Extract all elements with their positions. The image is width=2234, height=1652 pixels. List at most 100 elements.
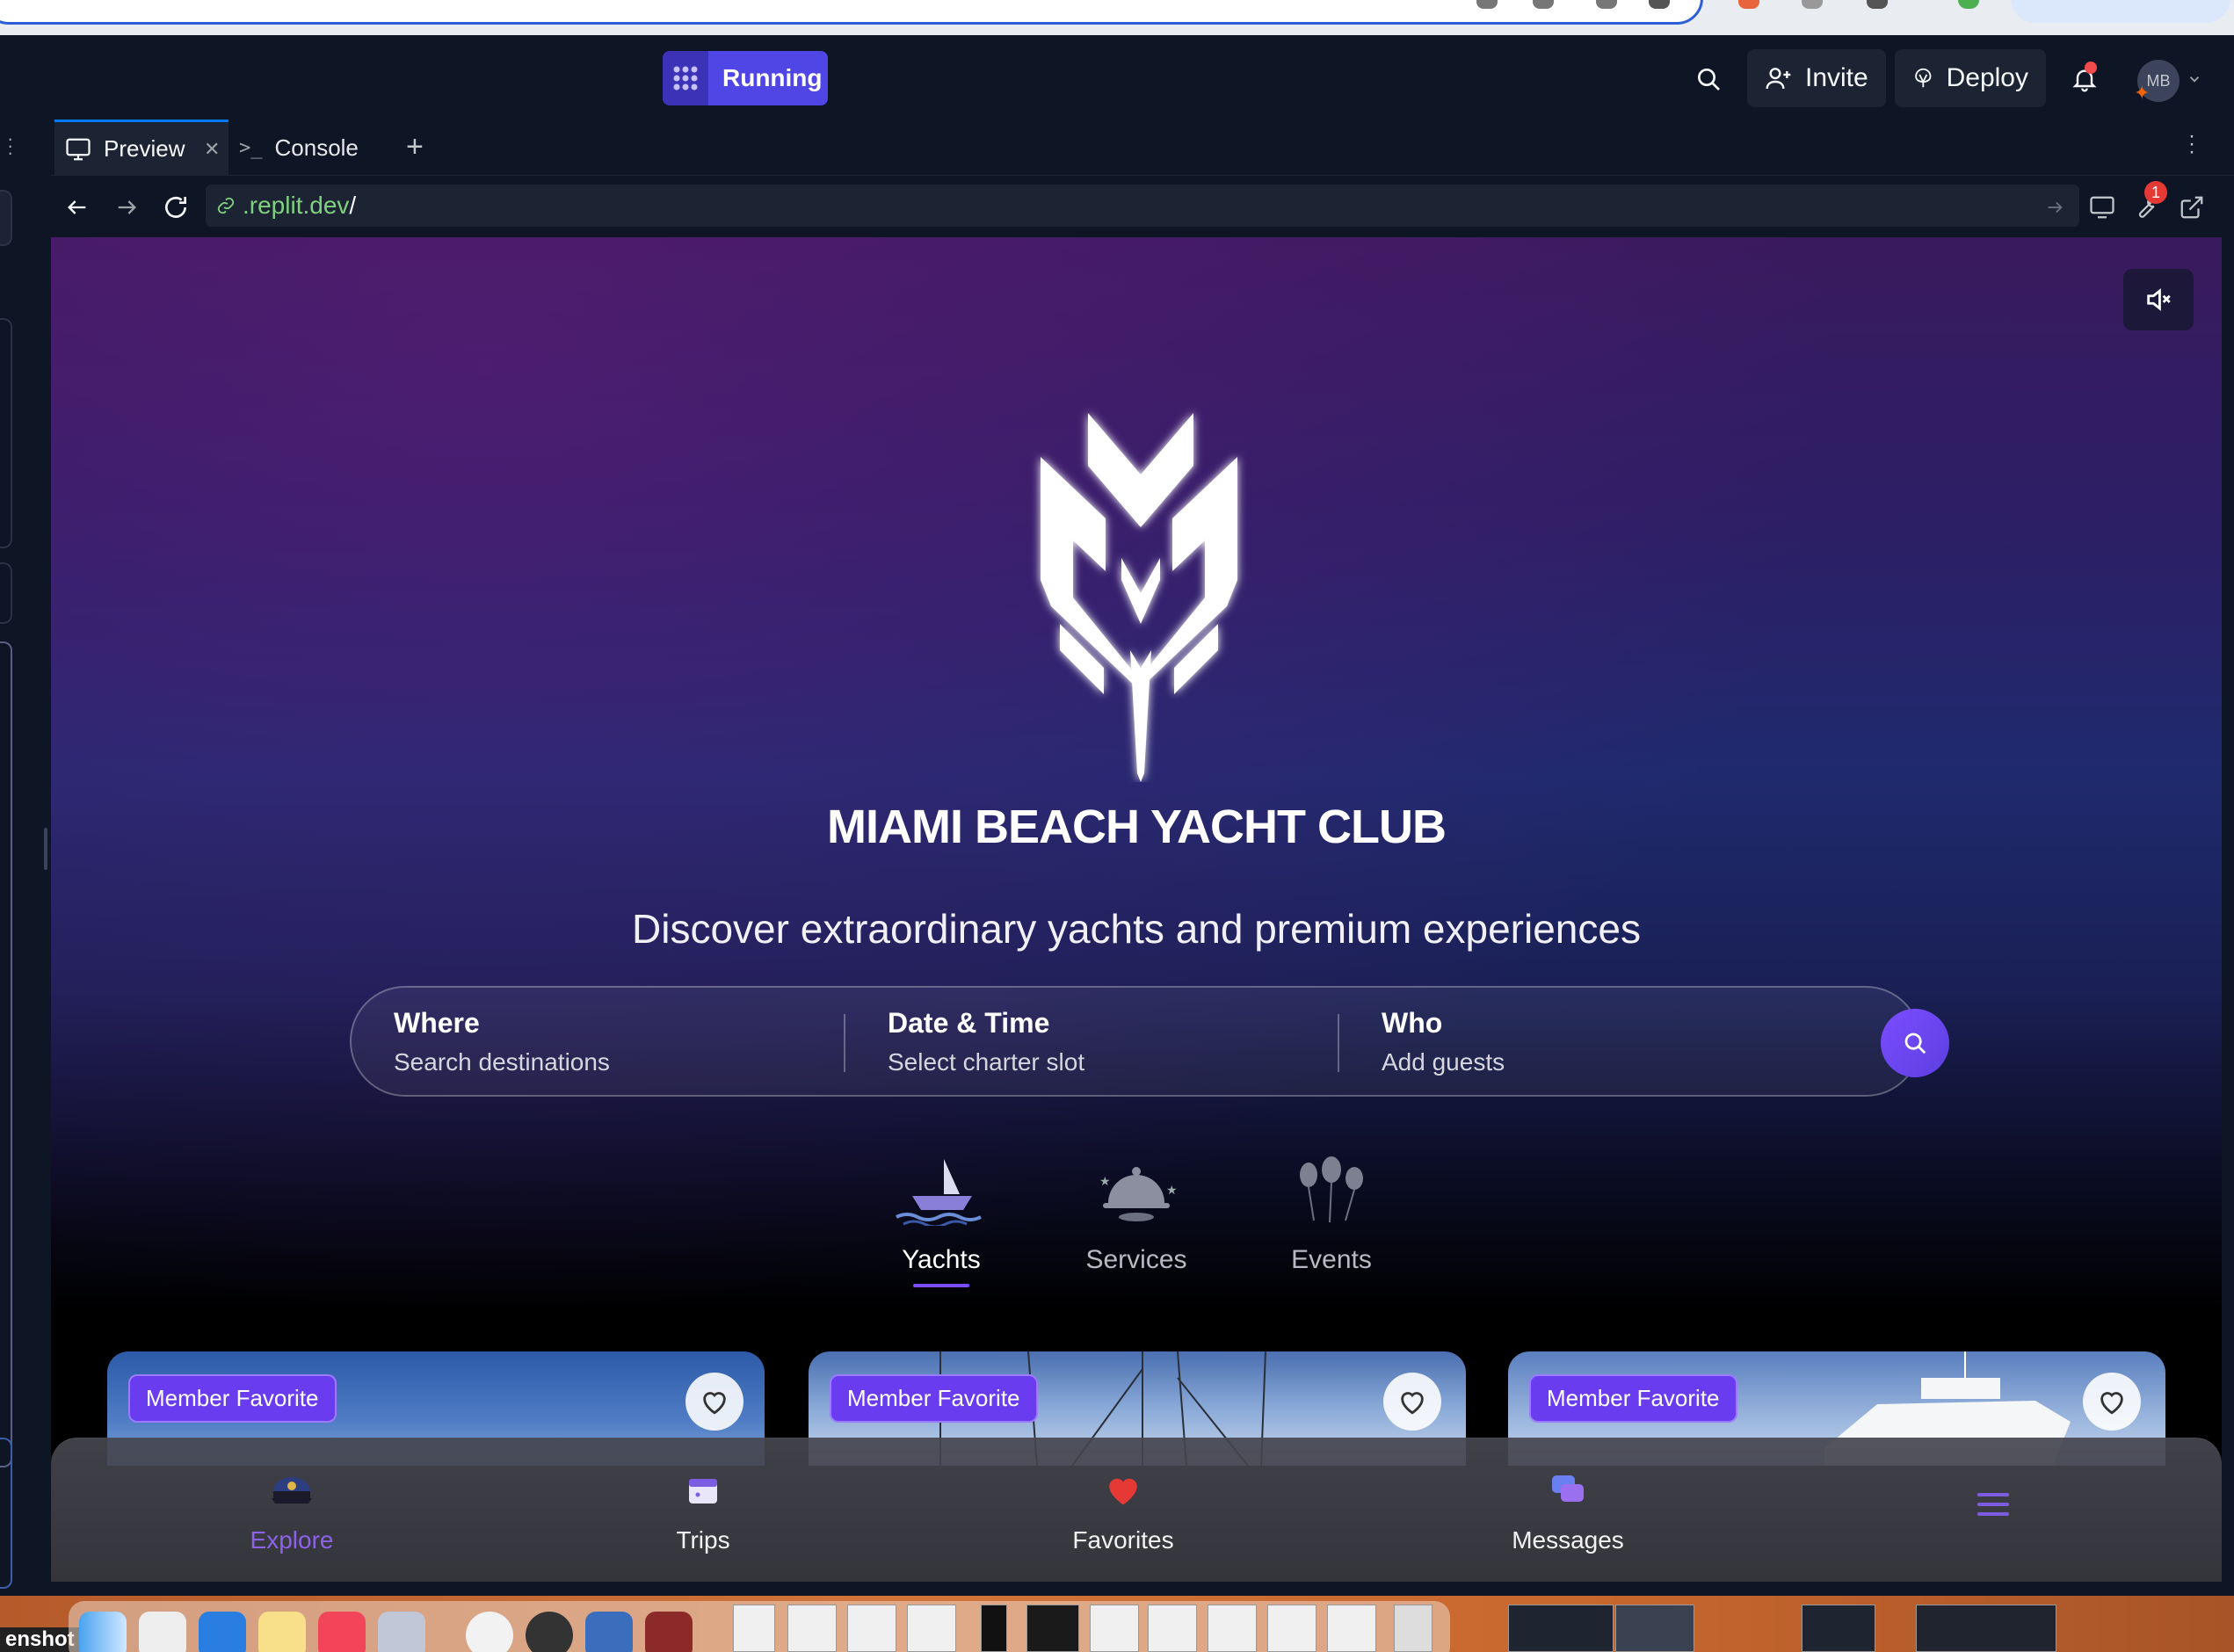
window-thumbnail[interactable]	[847, 1605, 896, 1652]
deploy-balloon-icon	[1915, 68, 1932, 88]
search-icon[interactable]	[1686, 56, 1731, 102]
window-thumbnail[interactable]	[1208, 1605, 1257, 1652]
category-label: Yachts	[902, 1245, 981, 1274]
chrome-icon[interactable]	[466, 1612, 513, 1652]
tab-search-icon[interactable]	[1867, 0, 1888, 9]
search-submit-button[interactable]	[1881, 1009, 1949, 1077]
favorite-heart-button[interactable]	[685, 1373, 743, 1431]
desktop-window-thumbnail	[1508, 1605, 1614, 1652]
window-thumbnail[interactable]	[1090, 1605, 1139, 1652]
member-favorite-badge: Member Favorite	[830, 1374, 1038, 1423]
quicktime-icon[interactable]	[585, 1612, 633, 1652]
window-thumbnail[interactable]	[1267, 1605, 1316, 1652]
extension-icon[interactable]	[1533, 0, 1554, 9]
window-thumbnail[interactable]	[1327, 1605, 1376, 1652]
reload-icon[interactable]	[160, 192, 192, 223]
safari-icon[interactable]	[199, 1612, 246, 1652]
run-button-label: Running	[722, 64, 823, 91]
favorite-heart-button[interactable]	[2083, 1373, 2141, 1431]
music-icon[interactable]	[318, 1612, 366, 1652]
heart-outline-icon	[703, 1392, 726, 1415]
category-yachts[interactable]: Yachts	[871, 1138, 1012, 1275]
calendar-icon	[615, 1468, 791, 1511]
nav-trips[interactable]: Trips	[615, 1468, 791, 1554]
date-time-label: Date & Time	[888, 1007, 1050, 1039]
more-options-icon[interactable]: · · ·	[7, 129, 13, 163]
nav-favorites[interactable]: Favorites	[1035, 1468, 1211, 1554]
device-preview-icon[interactable]	[2086, 192, 2118, 223]
tab-preview[interactable]: Preview ✕	[54, 120, 228, 176]
add-tab-icon[interactable]: +	[406, 130, 424, 164]
who-placeholder: Add guests	[1382, 1048, 1505, 1076]
trash-icon[interactable]	[1394, 1605, 1433, 1652]
site-title: MIAMI BEACH YACHT CLUB	[826, 801, 1447, 853]
notes-icon[interactable]	[258, 1612, 306, 1652]
deploy-button[interactable]: Deploy	[1895, 49, 2046, 107]
nav-messages[interactable]: Messages	[1480, 1468, 1656, 1554]
browser-address-bar[interactable]	[0, 0, 1703, 25]
window-thumbnail[interactable]	[733, 1605, 775, 1652]
yacht-club-logo-icon	[1041, 413, 1237, 782]
window-thumbnail[interactable]	[1026, 1605, 1079, 1652]
category-label: Events	[1291, 1245, 1372, 1274]
search-icon	[1904, 1032, 1926, 1054]
member-favorite-badge: Member Favorite	[1529, 1374, 1737, 1423]
preview-url-input[interactable]: .replit.dev /	[206, 185, 2079, 227]
open-external-icon[interactable]	[2176, 192, 2208, 223]
forward-arrow-icon[interactable]	[111, 192, 142, 223]
sidebar-panel	[0, 641, 12, 1467]
more-options-icon[interactable]: · · ·	[2188, 126, 2195, 163]
monitor-icon	[66, 138, 91, 160]
back-arrow-icon[interactable]	[62, 192, 93, 223]
date-time-field[interactable]: Date & Time Select charter slot	[888, 1007, 1084, 1076]
category-events[interactable]: Events	[1261, 1138, 1402, 1275]
extension-icon[interactable]	[1802, 0, 1823, 9]
resize-handle[interactable]	[44, 828, 47, 870]
dictionary-icon[interactable]	[645, 1612, 693, 1652]
service-cloche-icon: ★ ★	[1066, 1138, 1207, 1226]
deploy-label: Deploy	[1946, 63, 2028, 92]
extension-icon[interactable]	[1738, 0, 1759, 9]
sidebar-panel	[0, 1438, 12, 1589]
notification-dot	[2085, 62, 2097, 74]
extension-icon[interactable]	[1596, 0, 1617, 9]
who-field[interactable]: Who Add guests	[1382, 1007, 1505, 1076]
go-arrow-icon[interactable]	[2039, 192, 2071, 223]
sidebar-panel[interactable]	[0, 190, 12, 246]
browser-update-button[interactable]	[2011, 0, 2230, 23]
hamburger-menu-icon[interactable]	[1976, 1491, 2011, 1522]
window-thumbnail[interactable]	[787, 1605, 837, 1652]
invite-button[interactable]: Invite	[1747, 49, 1886, 107]
mute-sound-button[interactable]	[2123, 269, 2194, 330]
chevron-down-icon[interactable]	[2181, 56, 2208, 102]
bottom-navigation: Explore Trips Favorites Messages	[51, 1438, 2222, 1582]
bookmark-star-icon[interactable]	[1649, 0, 1670, 9]
where-label: Where	[394, 1007, 480, 1039]
nav-explore[interactable]: Explore	[204, 1468, 380, 1554]
notifications-bell-icon[interactable]	[2062, 56, 2107, 102]
tab-console[interactable]: >_ Console	[239, 120, 380, 176]
divider	[844, 1014, 845, 1072]
url-host: .replit.dev	[243, 192, 350, 219]
profile-avatar[interactable]	[1958, 0, 1979, 9]
app-icon[interactable]	[526, 1612, 573, 1652]
extension-icon[interactable]	[1476, 0, 1498, 9]
window-thumbnail[interactable]	[1148, 1605, 1197, 1652]
browser-toolbar	[0, 0, 2234, 35]
favorite-heart-button[interactable]	[1383, 1373, 1441, 1431]
invite-label: Invite	[1805, 63, 1868, 92]
finder-icon[interactable]	[79, 1612, 127, 1652]
launchpad-icon[interactable]	[139, 1612, 186, 1652]
window-thumbnail[interactable]	[981, 1605, 1007, 1652]
pane-tabbar: Preview ✕ >_ Console + · · ·	[51, 120, 2234, 176]
close-icon[interactable]: ✕	[204, 138, 220, 161]
captain-hat-icon	[204, 1468, 380, 1511]
category-services[interactable]: ★ ★ Services	[1066, 1138, 1207, 1275]
nav-label: Trips	[676, 1526, 730, 1554]
site-preview: MIAMI BEACH YACHT CLUB Discover extraord…	[51, 237, 2222, 1582]
where-field[interactable]: Where Search destinations	[394, 1007, 610, 1076]
run-button[interactable]: Running	[663, 51, 828, 105]
speaker-muted-icon	[2147, 288, 2171, 311]
preview-app-icon[interactable]	[378, 1612, 425, 1652]
window-thumbnail[interactable]	[907, 1605, 956, 1652]
